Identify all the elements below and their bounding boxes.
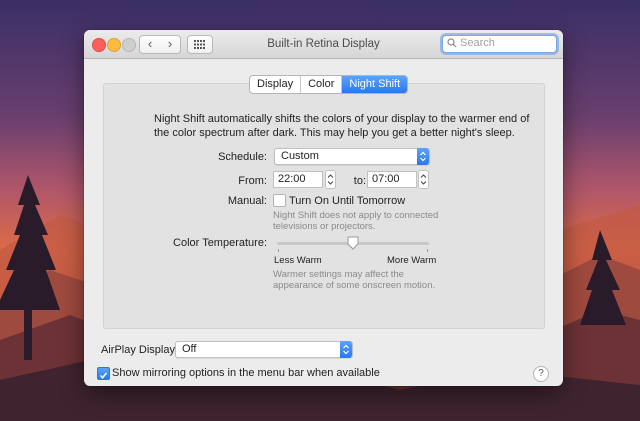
show-mirroring-checkbox[interactable] [97, 367, 110, 380]
title-bar: ‹ › Built-in Retina Display Search [84, 30, 563, 59]
help-button[interactable]: ? [533, 366, 549, 382]
popup-chevron-icon [417, 148, 429, 165]
night-shift-description: Night Shift automatically shifts the col… [154, 113, 530, 139]
tab-night-shift[interactable]: Night Shift [342, 76, 408, 93]
slider-tick [427, 249, 428, 252]
to-time-field[interactable]: 07:00 [367, 171, 417, 188]
tab-color[interactable]: Color [301, 76, 343, 93]
airplay-display-popup[interactable]: Off [175, 341, 353, 358]
schedule-label: Schedule: [218, 151, 267, 163]
search-icon [447, 38, 457, 48]
turn-on-until-tomorrow-checkbox[interactable] [273, 194, 286, 207]
to-time-stepper[interactable] [418, 170, 429, 189]
airplay-display-label: AirPlay Display: [101, 344, 179, 356]
system-preferences-window: ‹ › Built-in Retina Display Search Displ… [84, 30, 563, 386]
search-field[interactable]: Search [442, 35, 557, 53]
show-mirroring-label[interactable]: Show mirroring options in the menu bar w… [112, 367, 380, 379]
popup-chevron-icon [340, 341, 352, 358]
airplay-display-value: Off [182, 343, 197, 355]
schedule-popup[interactable]: Custom [274, 148, 430, 165]
temperature-note-line2: appearance of some onscreen motion. [273, 280, 436, 291]
from-time-value: 22:00 [278, 173, 306, 185]
to-time-value: 07:00 [372, 173, 400, 185]
from-label: From: [238, 175, 267, 187]
stepper-arrows-icon [327, 174, 334, 185]
color-temperature-label: Color Temperature: [173, 237, 267, 249]
manual-label: Manual: [227, 195, 267, 207]
color-temperature-thumb[interactable] [347, 236, 359, 250]
turn-on-until-tomorrow-label[interactable]: Turn On Until Tomorrow [289, 195, 405, 207]
less-warm-label: Less Warm [274, 255, 322, 266]
stepper-arrows-icon [420, 174, 427, 185]
manual-note-line2: televisions or projectors. [273, 221, 376, 232]
temperature-note-line1: Warmer settings may affect the [273, 269, 404, 280]
from-time-stepper[interactable] [325, 170, 336, 189]
from-time-field[interactable]: 22:00 [273, 171, 323, 188]
slider-tick [278, 249, 279, 252]
tab-display[interactable]: Display [250, 76, 302, 93]
manual-note-line1: Night Shift does not apply to connected [273, 210, 439, 221]
search-placeholder: Search [460, 37, 495, 49]
checkmark-icon [99, 372, 108, 380]
tab-bar: Display Color Night Shift [249, 75, 409, 94]
schedule-value: Custom [281, 150, 319, 162]
to-label: to: [353, 175, 366, 187]
more-warm-label: More Warm [387, 255, 437, 266]
